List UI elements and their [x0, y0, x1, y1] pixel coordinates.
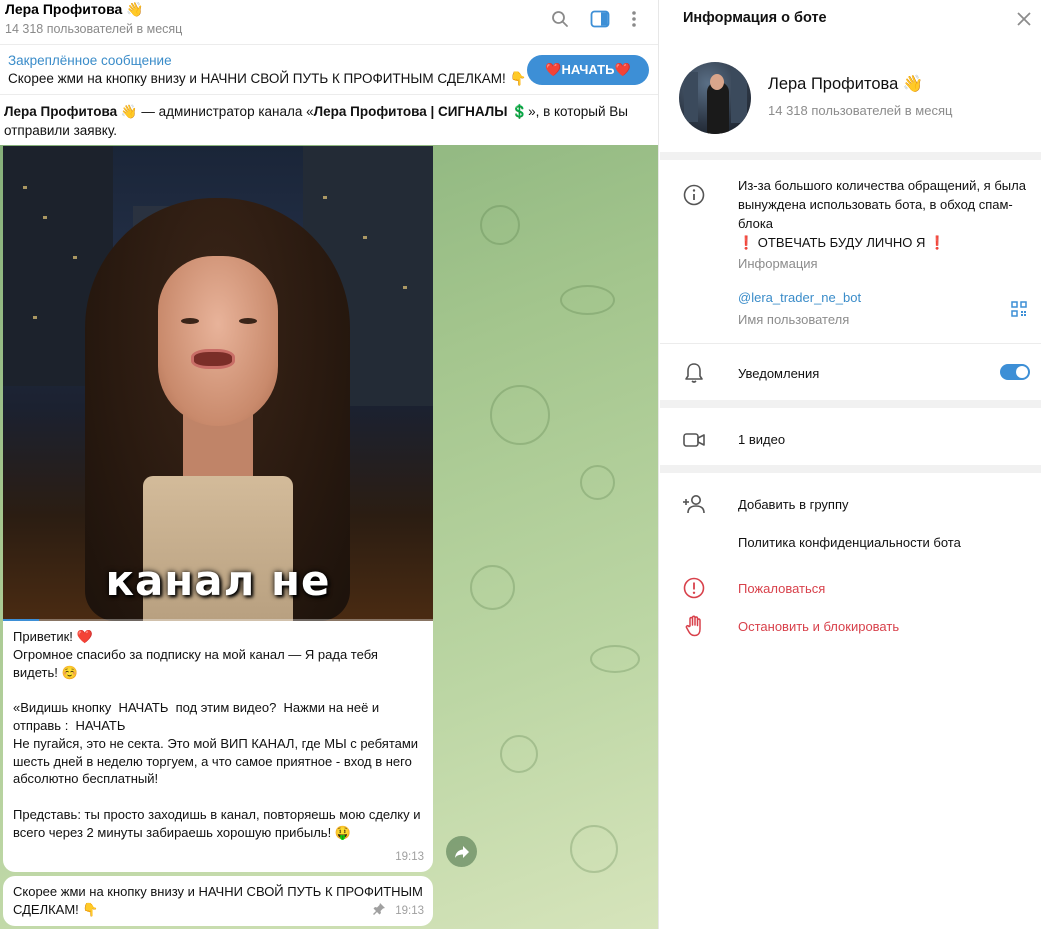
- close-icon[interactable]: [1015, 10, 1033, 28]
- bot-subtitle: 14 318 пользователей в месяц: [768, 103, 953, 118]
- message-time: 19:13: [395, 905, 424, 918]
- add-to-group-button[interactable]: Добавить в группу: [738, 495, 849, 514]
- pinned-label: Закреплённое сообщение: [8, 53, 172, 68]
- share-icon[interactable]: [446, 836, 477, 867]
- video-caption: канал не: [105, 556, 331, 605]
- username-link[interactable]: @lera_trader_ne_bot: [738, 290, 861, 305]
- start-button[interactable]: ❤️НАЧАТЬ❤️: [527, 55, 649, 85]
- bot-description: Из-за большого количества обращений, я б…: [738, 178, 1026, 250]
- chat-area: Лера Профитова 👋 14 318 пользователей в …: [0, 0, 659, 929]
- pinned-message-bar[interactable]: Закреплённое сообщение Скорее жми на кно…: [0, 45, 658, 95]
- pin-icon: [373, 902, 385, 920]
- report-button[interactable]: Пожаловаться: [738, 579, 825, 598]
- video-icon: [682, 428, 706, 452]
- panel-title: Информация о боте: [683, 10, 827, 26]
- info-icon: [682, 183, 706, 207]
- search-icon[interactable]: [549, 8, 571, 30]
- bot-notice: Лера Профитова 👋 — администратор канала …: [0, 95, 658, 145]
- message-time: 19:13: [395, 851, 424, 864]
- notice-bot-name: Лера Профитова 👋: [4, 104, 138, 119]
- chat-title[interactable]: Лера Профитова 👋: [5, 0, 144, 18]
- bot-name: Лера Профитова 👋: [768, 75, 924, 93]
- stop-hand-icon: [682, 614, 706, 638]
- sidebar-toggle-icon[interactable]: [589, 8, 611, 30]
- pinned-text: Скорее жми на кнопку внизу и НАЧНИ СВОЙ …: [8, 71, 527, 86]
- bell-icon: [682, 361, 706, 385]
- more-icon[interactable]: [623, 8, 645, 30]
- notifications-toggle[interactable]: [1000, 364, 1030, 380]
- message-bubble[interactable]: Скорее жми на кнопку внизу и НАЧНИ СВОЙ …: [3, 876, 433, 926]
- privacy-policy-button[interactable]: Политика конфиденциальности бота: [738, 533, 961, 552]
- notifications-label: Уведомления: [738, 366, 820, 381]
- avatar[interactable]: [679, 62, 751, 134]
- chat-subtitle: 14 318 пользователей в месяц: [5, 22, 183, 36]
- message-text: Скорее жми на кнопку внизу и НАЧНИ СВОЙ …: [13, 884, 427, 917]
- block-button[interactable]: Остановить и блокировать: [738, 617, 899, 636]
- username-label: Имя пользователя: [738, 312, 850, 327]
- add-user-icon: [682, 492, 706, 516]
- notice-channel: Лера Профитова | СИГНАЛЫ 💲: [313, 104, 529, 119]
- media-videos[interactable]: 1 видео: [738, 430, 785, 449]
- message-bubble[interactable]: Приветик! ❤️ Огромное спасибо за подписк…: [3, 621, 433, 872]
- video-message[interactable]: канал не: [3, 146, 433, 621]
- qr-code-icon[interactable]: [1011, 301, 1027, 317]
- bot-info-panel: Информация о боте Лера Профитова 👋 14 31…: [660, 0, 1041, 929]
- chat-header: Лера Профитова 👋 14 318 пользователей в …: [0, 0, 658, 45]
- message-text: Приветик! ❤️ Огромное спасибо за подписк…: [13, 629, 421, 840]
- notice-middle: — администратор канала «: [137, 104, 314, 119]
- report-icon: [682, 576, 706, 600]
- info-label: Информация: [738, 256, 818, 271]
